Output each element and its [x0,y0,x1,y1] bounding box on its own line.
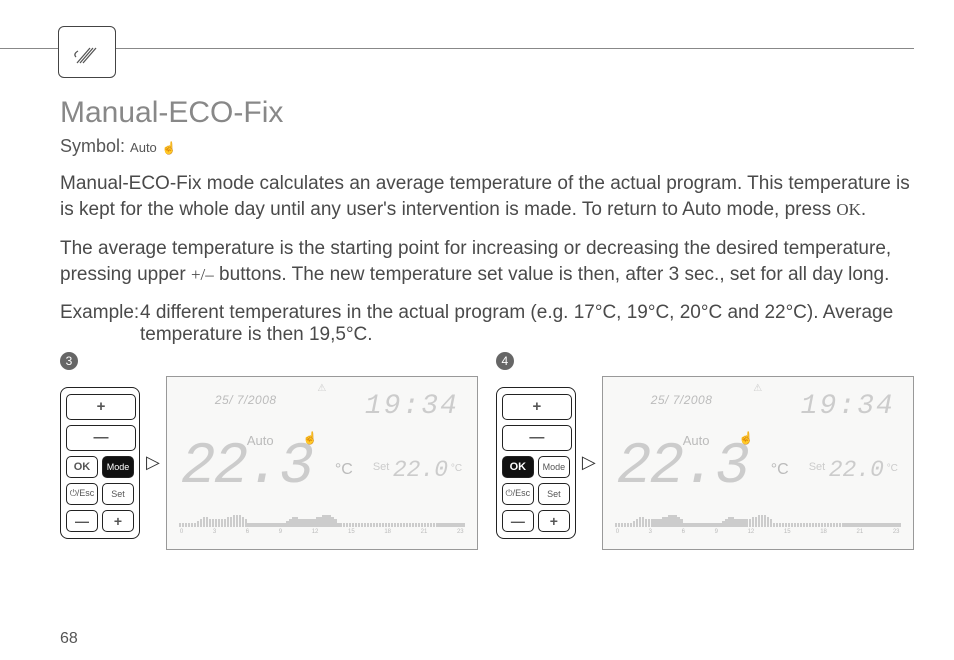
ok-button[interactable]: OK [66,456,98,478]
plus-button[interactable]: + [502,394,572,420]
paragraph-2: The average temperature is the starting … [60,236,914,287]
symbol-auto-text: Auto [130,140,157,155]
p1-text-a: Manual-ECO-Fix mode calculates an averag… [60,173,910,220]
ok-key-text: OK [836,200,861,219]
figure-4: 4 + — OK Mode ⏻/Esc Set — + ▷ ⚠ [496,376,914,550]
esc-button[interactable]: ⏻/Esc [66,483,98,505]
esc-button[interactable]: ⏻/Esc [502,483,534,505]
header-rule [0,48,914,49]
screen-set-temp: 22.0 [393,457,448,483]
lower-minus-button[interactable]: — [66,510,98,532]
screen-degc: °C [335,461,353,479]
mode-button[interactable]: Mode [538,456,570,478]
lcd-screen-4: ⚠ 25/ 7/2008 19:34 Auto ☝ 22.3 °C Set 22… [602,376,914,550]
screen-set-label: Set [373,461,390,473]
step-badge-3: 3 [60,352,78,370]
symbol-line: Symbol: Auto ☝ [60,136,914,157]
figure-3: 3 + — OK Mode ⏻/Esc Set — + ▷ ⚠ [60,376,478,550]
arrow-icon: ▷ [582,452,596,473]
screen-time: 19:34 [365,391,459,422]
remote-step3: + — OK Mode ⏻/Esc Set — + [60,387,140,539]
remote-step4: + — OK Mode ⏻/Esc Set — + [496,387,576,539]
plus-button[interactable]: + [66,394,136,420]
p1-text-b: . [861,199,866,220]
mode-button[interactable]: Mode [102,456,134,478]
screen-date: 25/ 7/2008 [215,393,277,407]
lcd-screen-3: ⚠ 25/ 7/2008 19:34 Auto ☝ 22.3 °C Set 22… [166,376,478,550]
screen-degc: °C [771,461,789,479]
manual-section-icon [58,26,116,78]
minus-button[interactable]: — [66,425,136,451]
paragraph-1: Manual-ECO-Fix mode calculates an averag… [60,171,914,222]
minus-button[interactable]: — [502,425,572,451]
screen-set-temp: 22.0 [829,457,884,483]
plus-minus-text: +/– [191,265,214,284]
alert-icon: ⚠ [317,383,326,394]
lower-plus-button[interactable]: + [102,510,134,532]
page-title: Manual-ECO-Fix [60,96,914,130]
p2-text-b: buttons. The new temperature set value i… [214,264,890,285]
screen-bars: 03691215182123 [615,511,901,535]
example-block: Example: 4 different temperatures in the… [60,302,914,346]
example-label: Example: [60,302,140,346]
screen-date: 25/ 7/2008 [651,393,713,407]
symbol-label: Symbol: [60,136,125,156]
page-number: 68 [60,630,78,648]
set-button[interactable]: Set [538,483,570,505]
hand-icon: ☝ [162,141,177,155]
screen-degc-small: °C [451,463,462,474]
screen-time: 19:34 [801,391,895,422]
set-button[interactable]: Set [102,483,134,505]
step-badge-4: 4 [496,352,514,370]
arrow-icon: ▷ [146,452,160,473]
screen-bars: 03691215182123 [179,511,465,535]
lower-plus-button[interactable]: + [538,510,570,532]
screen-main-temp: 22.3 [617,439,748,497]
screen-main-temp: 22.3 [181,439,312,497]
screen-degc-small: °C [887,463,898,474]
example-text: 4 different temperatures in the actual p… [140,302,914,346]
lower-minus-button[interactable]: — [502,510,534,532]
alert-icon: ⚠ [753,383,762,394]
ok-button[interactable]: OK [502,456,534,478]
screen-set-label: Set [809,461,826,473]
